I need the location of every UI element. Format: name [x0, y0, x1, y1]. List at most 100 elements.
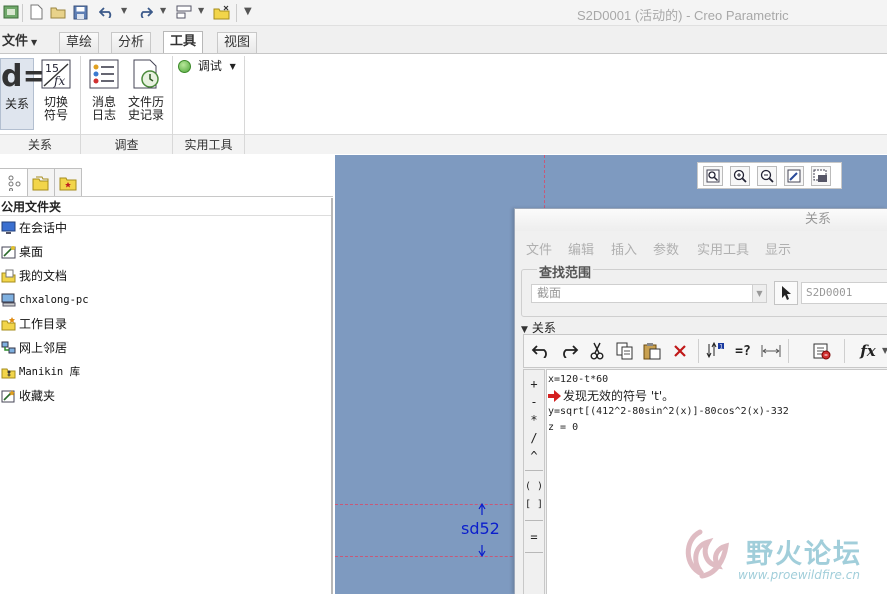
display-style-icon — [813, 169, 827, 182]
scissors-icon — [590, 342, 604, 360]
refit-button[interactable] — [703, 166, 723, 186]
parentheses-button[interactable]: ( ) — [524, 478, 544, 496]
relations-button[interactable]: d= 关系 — [0, 58, 48, 130]
relations-icon: d= — [1, 59, 48, 94]
model-tree-tab[interactable] — [0, 168, 28, 196]
cut-button[interactable] — [586, 340, 608, 362]
window-title: S2D0001 (活动的) - Creo Parametric — [577, 8, 789, 23]
paste-icon — [643, 343, 661, 360]
customize-toolbar-icon[interactable]: ▼ — [244, 6, 252, 17]
watermark-text: 野火论坛 — [746, 539, 862, 570]
menu-insert[interactable]: 插入 — [611, 239, 637, 258]
new-file-icon[interactable] — [27, 3, 45, 21]
undo-icon[interactable] — [98, 3, 116, 21]
group-label-investigate: 调查 — [81, 134, 172, 154]
tab-sketch[interactable]: 草绘 — [59, 32, 100, 53]
repaint-button[interactable] — [784, 166, 804, 186]
relations-undo-button[interactable] — [530, 340, 552, 362]
object-name-field[interactable]: S2D0001 — [801, 282, 887, 304]
switch-symbols-button[interactable]: 15 fx 切换 符号 — [38, 58, 74, 122]
group-label-relations: 关系 — [0, 134, 80, 154]
file-history-button[interactable]: 文件历 史记录 — [124, 58, 168, 122]
relation-line: z = 0 — [548, 422, 579, 433]
tab-analysis[interactable]: 分析 — [111, 32, 152, 53]
undo-icon — [531, 345, 547, 358]
watermark-url: www.proewildfire.cn — [738, 568, 860, 582]
nav-item-my-documents[interactable]: 我的文档 — [0, 264, 331, 288]
dialog-title: 关系 — [515, 209, 887, 231]
debug-button[interactable]: 调试 ▼ — [178, 60, 242, 73]
error-arrow-icon — [548, 390, 561, 402]
undo-dropdown-icon[interactable]: ▼ — [121, 6, 127, 15]
favorites-icon — [1, 390, 15, 403]
relation-error-line: 发现无效的符号 't'。 — [548, 388, 886, 404]
menu-edit[interactable]: 编辑 — [568, 239, 594, 258]
windows-dropdown-icon[interactable]: ▼ — [198, 6, 204, 15]
desktop-icon — [1, 246, 16, 259]
navigator-tabs — [0, 160, 333, 197]
nav-item-network[interactable]: 网上邻居 — [0, 336, 331, 360]
close-window-icon[interactable] — [212, 3, 230, 21]
display-style-button[interactable] — [811, 166, 831, 186]
manikin-library-icon — [1, 368, 16, 379]
equals-operator-button[interactable]: = — [524, 528, 544, 546]
redo-dropdown-icon[interactable]: ▼ — [160, 6, 166, 15]
zoom-in-button[interactable] — [730, 166, 750, 186]
multiply-operator-button[interactable]: * — [524, 411, 544, 429]
quick-access-toolbar: ▼ ▼ ▼ ▼ S2D0001 (活动的) - Creo Parametric — [0, 0, 887, 26]
network-icon — [1, 341, 16, 354]
look-in-select[interactable]: 截面 ▼ — [531, 284, 767, 303]
save-icon[interactable] — [71, 3, 89, 21]
measure-icon — [761, 345, 781, 357]
nav-item-favorites[interactable]: 收藏夹 — [0, 384, 331, 408]
dimension-label[interactable]: sd52 — [461, 519, 500, 538]
svg-text:1: 1 — [719, 343, 723, 350]
menu-parameters[interactable]: 参数 — [653, 239, 679, 258]
zoom-out-button[interactable] — [757, 166, 777, 186]
brackets-button[interactable]: [ ] — [524, 496, 544, 514]
parameters-icon — [813, 343, 831, 360]
navigator-header: 公用文件夹 — [0, 198, 331, 216]
sort-relations-button[interactable]: 1 — [705, 340, 727, 362]
look-in-label: 查找范围 — [537, 262, 594, 281]
delete-button[interactable] — [669, 340, 691, 362]
message-log-button[interactable]: 消息 日志 — [86, 58, 122, 122]
local-parameters-button[interactable] — [811, 340, 833, 362]
select-object-button[interactable] — [774, 281, 798, 305]
watermark-logo-icon — [685, 529, 730, 579]
copy-button[interactable] — [614, 340, 636, 362]
nav-item-manikin-library[interactable]: Manikin 库 — [0, 360, 331, 384]
insert-function-button[interactable]: fx — [857, 340, 879, 362]
menu-file[interactable]: 文件 — [526, 239, 552, 258]
verify-relations-button[interactable]: =? — [732, 340, 754, 362]
nav-item-in-session[interactable]: 在会话中 — [0, 216, 331, 240]
folder-browser-tab[interactable] — [27, 168, 55, 196]
ribbon-panel: d= 关系 15 fx 切换 符号 消息 日志 文件历 史记录 调试 ▼ 关系 调… — [0, 53, 887, 154]
redo-icon[interactable] — [136, 3, 154, 21]
paste-button[interactable] — [641, 340, 663, 362]
nav-item-desktop[interactable]: 桌面 — [0, 240, 331, 264]
forum-watermark: 野火论坛 www.proewildfire.cn — [676, 520, 887, 594]
documents-folder-icon — [1, 269, 16, 283]
menu-utilities[interactable]: 实用工具 — [697, 239, 749, 258]
graphics-toolbar — [697, 162, 842, 189]
debug-icon — [178, 60, 191, 73]
tab-view[interactable]: 视图 — [217, 32, 258, 53]
message-log-icon — [86, 58, 122, 93]
minus-operator-button[interactable]: - — [524, 393, 544, 411]
tab-tools[interactable]: 工具 — [163, 31, 204, 53]
tab-file[interactable]: 文件 ▼ — [0, 32, 43, 53]
measure-button[interactable] — [760, 340, 782, 362]
divide-operator-button[interactable]: / — [524, 429, 544, 447]
nav-item-working-directory[interactable]: 工作目录 — [0, 312, 331, 336]
nav-item-computer[interactable]: chxalong-pc — [0, 288, 331, 312]
function-dropdown-icon[interactable]: ▼ — [882, 346, 887, 355]
regenerate-icon[interactable] — [175, 3, 193, 21]
favorites-tab[interactable] — [54, 168, 82, 196]
power-operator-button[interactable]: ^ — [524, 447, 544, 465]
relations-redo-button[interactable] — [558, 340, 580, 362]
menu-show[interactable]: 显示 — [765, 239, 791, 258]
open-file-icon[interactable] — [49, 3, 67, 21]
zoom-out-icon — [760, 169, 774, 183]
plus-operator-button[interactable]: + — [524, 375, 544, 393]
